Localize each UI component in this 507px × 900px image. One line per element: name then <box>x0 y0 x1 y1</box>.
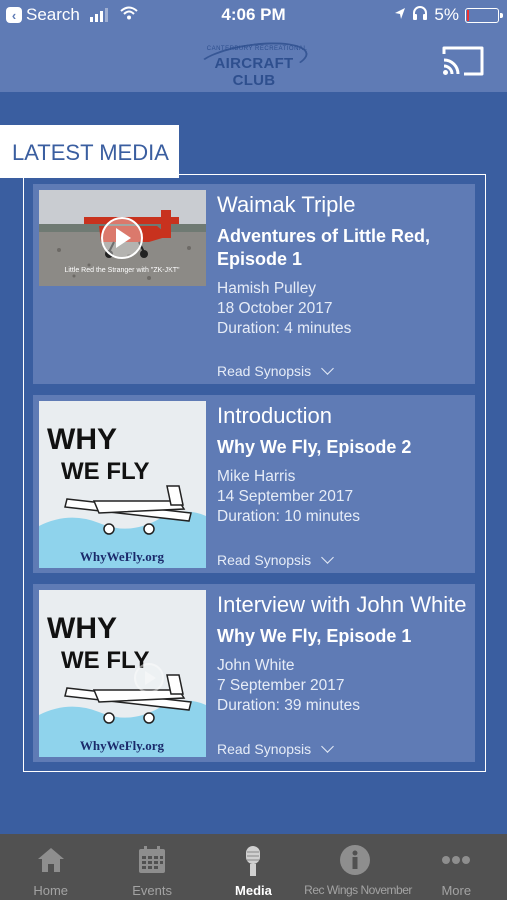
media-duration: Duration: 10 minutes <box>217 508 361 525</box>
section-title: LATEST MEDIA <box>0 125 179 178</box>
thumbnail-caption: Little Red the Stranger with "ZK-JKT" <box>64 267 180 274</box>
status-bar: ‹ Search 4:06 PM 5% <box>0 0 507 30</box>
chevron-down-icon <box>321 740 335 753</box>
location-icon <box>394 5 406 25</box>
media-presenter: Hamish Pulley <box>217 280 317 297</box>
media-card[interactable]: WHY WE FLY WhyWeFly.org Introduction Why… <box>33 395 475 573</box>
thumbnail-url: WhyWeFly.org <box>80 549 165 564</box>
logo-title: AIRCRAFT CLUB <box>214 55 294 89</box>
headphones-icon <box>412 5 428 25</box>
media-date: 7 September 2017 <box>217 677 345 694</box>
thumbnail-url: WhyWeFly.org <box>80 738 165 753</box>
media-date: 14 September 2017 <box>217 488 354 505</box>
tab-label: Events <box>132 883 172 898</box>
club-logo: CANTERBURY RECREATIONAL AIRCRAFT CLUB <box>192 36 316 89</box>
chevron-down-icon <box>321 362 335 375</box>
tab-label: More <box>441 883 472 898</box>
media-duration: Duration: 4 minutes <box>217 320 352 337</box>
chevron-down-icon <box>321 551 335 564</box>
calendar-icon <box>101 844 202 878</box>
video-thumbnail[interactable]: Little Red the Stranger with "ZK-JKT" <box>39 190 206 286</box>
nav-bar: CANTERBURY RECREATIONAL AIRCRAFT CLUB <box>0 30 507 92</box>
info-icon <box>304 844 405 878</box>
thumbnail-we-fly: WE FLY <box>61 647 149 674</box>
media-card[interactable]: WHY WE FLY WhyWeFly.org Interview with J… <box>33 584 475 762</box>
media-title[interactable]: Adventures of Little Red, Episode 1 <box>217 225 469 271</box>
read-synopsis-label: Read Synopsis <box>217 363 312 379</box>
play-icon[interactable] <box>101 217 143 259</box>
read-synopsis-label: Read Synopsis <box>217 552 312 568</box>
home-icon <box>0 844 101 878</box>
media-card[interactable]: Little Red the Stranger with "ZK-JKT" Wa… <box>33 184 475 384</box>
tab-more[interactable]: More <box>406 834 507 900</box>
media-series: Waimak Triple <box>217 192 356 217</box>
microphone-icon <box>203 844 304 878</box>
media-series: Introduction <box>217 403 332 428</box>
read-synopsis-button[interactable]: Read Synopsis <box>217 551 335 568</box>
cast-icon[interactable] <box>440 44 486 78</box>
tab-label: Media <box>235 883 272 898</box>
media-presenter: Mike Harris <box>217 468 296 485</box>
thumbnail-why: WHY <box>47 612 117 645</box>
tab-label: Home <box>33 883 69 898</box>
video-thumbnail[interactable]: WHY WE FLY WhyWeFly.org <box>39 590 206 757</box>
more-icon <box>406 844 507 878</box>
logo-subtitle: CANTERBURY RECREATIONAL <box>206 46 308 52</box>
media-title[interactable]: Why We Fly, Episode 2 <box>217 436 469 459</box>
tab-media[interactable]: Media <box>203 834 304 900</box>
battery-icon <box>465 7 503 23</box>
media-date: 18 October 2017 <box>217 300 333 317</box>
media-duration: Duration: 39 minutes <box>217 697 361 714</box>
tab-label: Rec Wings November <box>304 883 412 897</box>
media-title[interactable]: Why We Fly, Episode 1 <box>217 625 469 648</box>
play-icon[interactable] <box>134 663 164 693</box>
read-synopsis-button[interactable]: Read Synopsis <box>217 740 335 757</box>
tab-bar: Home Events Media Rec Wings November Mor… <box>0 834 507 900</box>
thumbnail-we-fly: WE FLY <box>61 458 149 485</box>
read-synopsis-label: Read Synopsis <box>217 741 312 757</box>
media-series: Interview with John White <box>217 592 467 617</box>
tab-events[interactable]: Events <box>101 834 202 900</box>
tab-rec-wings[interactable]: Rec Wings November <box>304 834 412 900</box>
tab-home[interactable]: Home <box>0 834 101 900</box>
thumbnail-why: WHY <box>47 423 117 456</box>
video-thumbnail[interactable]: WHY WE FLY WhyWeFly.org <box>39 401 206 568</box>
read-synopsis-button[interactable]: Read Synopsis <box>217 362 335 379</box>
media-presenter: John White <box>217 657 295 674</box>
battery-percent: 5% <box>434 5 459 24</box>
